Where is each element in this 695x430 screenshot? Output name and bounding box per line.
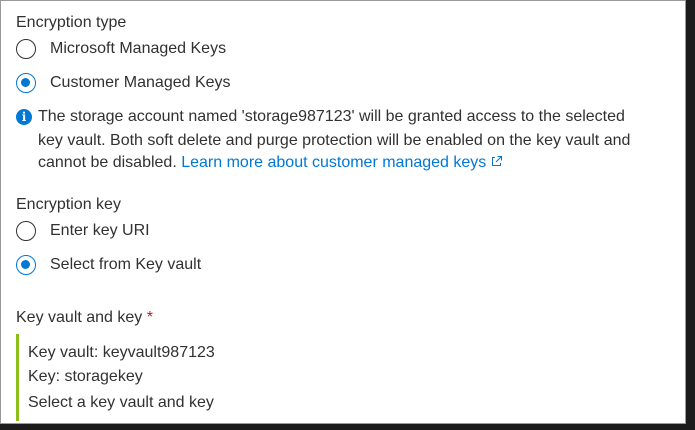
radio-label: Select from Key vault: [50, 256, 202, 273]
radio-label: Enter key URI: [50, 222, 150, 239]
key-vault-and-key-label: Key vault and key *: [16, 308, 153, 328]
radio-customer-managed-keys[interactable]: Customer Managed Keys: [16, 71, 231, 95]
radio-circle-icon[interactable]: [16, 221, 36, 241]
info-text: cannot be disabled.: [38, 154, 177, 171]
radio-checked-icon[interactable]: [16, 73, 36, 93]
radio-checked-icon[interactable]: [16, 255, 36, 275]
radio-circle-icon[interactable]: [16, 39, 36, 59]
info-text-line-3: cannot be disabled. Learn more about cus…: [38, 151, 503, 175]
key-value: Key: storagekey: [28, 368, 143, 385]
radio-enter-key-uri[interactable]: Enter key URI: [16, 219, 150, 243]
info-text-line: key vault. Both soft delete and purge pr…: [38, 132, 631, 149]
radio-label: Customer Managed Keys: [50, 74, 231, 91]
key-vault-value: Key vault: keyvault987123: [28, 344, 215, 361]
external-link-icon: [492, 156, 503, 166]
key-vault-label-text: Key vault and key: [16, 309, 143, 326]
key-vault-selection: Key vault: keyvault987123 Key: storageke…: [16, 334, 419, 421]
radio-microsoft-managed-keys[interactable]: Microsoft Managed Keys: [16, 37, 226, 61]
encryption-panel: Encryption type Microsoft Managed Keys C…: [0, 0, 686, 424]
learn-more-link[interactable]: Learn more about customer managed keys: [181, 154, 503, 171]
select-key-vault-link[interactable]: Select a key vault and key: [28, 393, 214, 413]
radio-select-from-key-vault[interactable]: Select from Key vault: [16, 253, 201, 277]
radio-label: Microsoft Managed Keys: [50, 40, 227, 57]
encryption-type-label: Encryption type: [16, 14, 127, 31]
encryption-key-label: Encryption key: [16, 196, 121, 213]
info-text-line: The storage account named 'storage987123…: [38, 108, 625, 125]
required-asterisk: *: [146, 309, 153, 326]
info-icon: i: [16, 109, 32, 125]
